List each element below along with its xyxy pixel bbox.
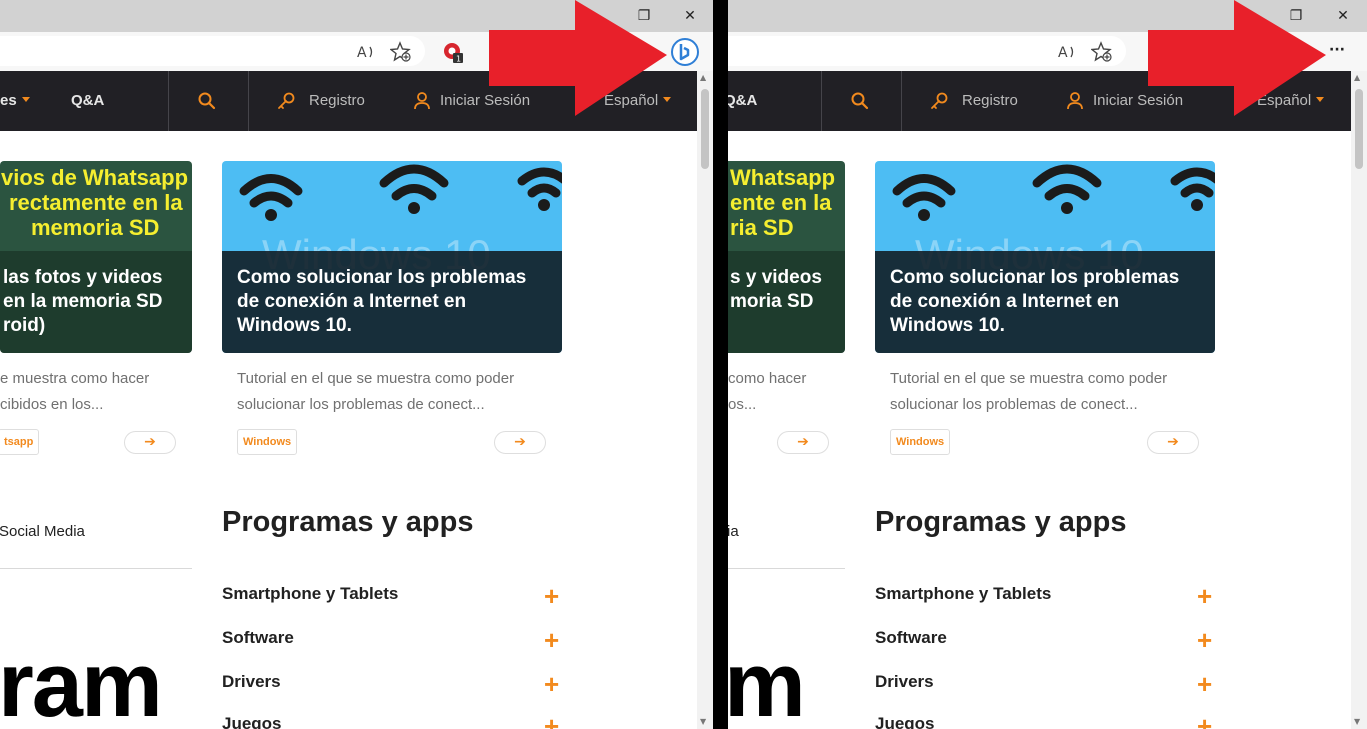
article-excerpt: Tutorial en el que se muestra como poder… (890, 370, 1168, 413)
instagram-logo-text[interactable]: m (728, 635, 806, 729)
arrow-right-icon: ➔ (144, 434, 156, 450)
chevron-down-icon (21, 97, 30, 102)
panel-divider (713, 0, 728, 729)
article-card-image[interactable]: Windows 10 Como solucionar los problemas… (222, 161, 562, 353)
close-button[interactable]: ✕ (679, 6, 701, 26)
category-item[interactable]: Drivers (875, 672, 934, 692)
category-item[interactable]: Juegos (875, 714, 935, 729)
svg-text:A: A (1058, 45, 1068, 61)
read-aloud-icon[interactable]: A (355, 41, 377, 63)
expand-icon[interactable]: + (1197, 713, 1212, 729)
bing-copilot-icon[interactable] (670, 37, 700, 67)
arrow-right-icon: ➔ (1167, 434, 1179, 450)
article-title[interactable]: s y videos moria SD (730, 266, 822, 314)
svg-text:A: A (357, 45, 367, 61)
extension-icon[interactable]: 1 (442, 41, 464, 63)
expand-icon[interactable]: + (1197, 671, 1212, 697)
page-scrollbar[interactable]: ▲ ▼ (1351, 71, 1367, 729)
nav-item-categories[interactable]: es (0, 71, 30, 131)
favorites-add-icon[interactable] (1091, 41, 1113, 63)
nav-divider (901, 71, 902, 131)
nav-item-register[interactable]: Registro (962, 71, 1018, 131)
expand-icon[interactable]: + (544, 627, 559, 653)
image-text: vios de Whatsapp rectamente en la memori… (1, 165, 189, 240)
expand-icon[interactable]: + (1197, 627, 1212, 653)
article-title[interactable]: Como solucionar los problemas de conexió… (237, 266, 557, 338)
search-icon[interactable] (197, 91, 217, 111)
annotation-arrow (489, 0, 667, 116)
image-text: Whatsapp ente en la ria SD (730, 165, 836, 240)
expand-icon[interactable]: + (1197, 583, 1212, 609)
article-tag[interactable]: Windows (890, 429, 951, 455)
favorites-add-icon[interactable] (390, 41, 412, 63)
expand-icon[interactable]: + (544, 583, 559, 609)
arrow-right-icon: ➔ (797, 434, 809, 450)
annotation-arrow (1148, 0, 1326, 116)
nav-divider (248, 71, 249, 131)
nav-item-qa[interactable]: Q&A (728, 71, 757, 131)
article-tag[interactable]: Windows (237, 429, 298, 455)
expand-icon[interactable]: + (544, 713, 559, 729)
article-excerpt: como hacer os... (728, 370, 807, 413)
article-title[interactable]: las fotos y videos en la memoria SD roid… (3, 266, 162, 338)
read-more-button[interactable]: ➔ (494, 431, 546, 454)
read-aloud-icon[interactable]: A (1056, 41, 1078, 63)
scroll-thumb[interactable] (701, 89, 709, 169)
more-menu-icon[interactable]: ··· (1326, 40, 1348, 60)
category-item[interactable]: Drivers (222, 672, 281, 692)
user-icon (414, 92, 430, 110)
category-item[interactable]: Smartphone y Tablets (222, 584, 398, 604)
article-title[interactable]: Como solucionar los problemas de conexió… (890, 266, 1210, 338)
category-item[interactable]: Software (875, 628, 947, 648)
article-card-image[interactable]: Windows 10 Como solucionar los problemas… (875, 161, 1215, 353)
category-item[interactable]: Software (222, 628, 294, 648)
read-more-button[interactable]: ➔ (1147, 431, 1199, 454)
close-button[interactable]: ✕ (1332, 6, 1354, 26)
browser-window-right: ❐ ✕ A ··· Q&A Registro Iniciar Sesión Es… (728, 0, 1367, 729)
section-title: Programas y apps (222, 506, 474, 538)
nav-divider (168, 71, 169, 131)
read-more-button[interactable]: ➔ (124, 431, 176, 454)
user-icon (1067, 92, 1083, 110)
scroll-up-icon[interactable]: ▲ (700, 73, 706, 82)
nav-item-label: es (0, 92, 17, 109)
expand-icon[interactable]: + (544, 671, 559, 697)
extension-badge: 1 (456, 55, 461, 64)
scroll-up-icon[interactable]: ▲ (1354, 73, 1360, 82)
nav-divider (821, 71, 822, 131)
category-item[interactable]: Juegos (222, 714, 282, 729)
read-more-button[interactable]: ➔ (777, 431, 829, 454)
arrow-right-icon: ➔ (514, 434, 526, 450)
search-icon[interactable] (850, 91, 870, 111)
social-media-heading: ia (728, 523, 739, 540)
instagram-logo-text[interactable]: ram (0, 635, 163, 729)
page-scrollbar[interactable]: ▲ ▼ (697, 71, 713, 729)
divider (728, 568, 845, 569)
scroll-down-icon[interactable]: ▼ (1354, 717, 1360, 726)
scroll-thumb[interactable] (1355, 89, 1363, 169)
divider (0, 568, 192, 569)
nav-item-qa[interactable]: Q&A (71, 71, 104, 131)
category-item[interactable]: Smartphone y Tablets (875, 584, 1051, 604)
section-title: Programas y apps (875, 506, 1127, 538)
article-excerpt: Tutorial en el que se muestra como poder… (237, 370, 515, 413)
key-icon (278, 92, 295, 109)
article-card-image[interactable]: Whatsapp ente en la ria SD s y videos mo… (728, 161, 845, 353)
scroll-down-icon[interactable]: ▼ (700, 717, 706, 726)
article-card-image[interactable]: vios de Whatsapp rectamente en la memori… (0, 161, 192, 353)
key-icon (931, 92, 948, 109)
browser-window-left: ❐ ✕ A 1 es Q&A Registro Iniciar Sesión E… (0, 0, 713, 729)
article-tag[interactable]: tsapp (0, 429, 40, 455)
article-excerpt: e muestra como hacer cibidos en los... (0, 370, 150, 413)
nav-item-register[interactable]: Registro (309, 71, 365, 131)
social-media-heading: Social Media (0, 523, 85, 540)
